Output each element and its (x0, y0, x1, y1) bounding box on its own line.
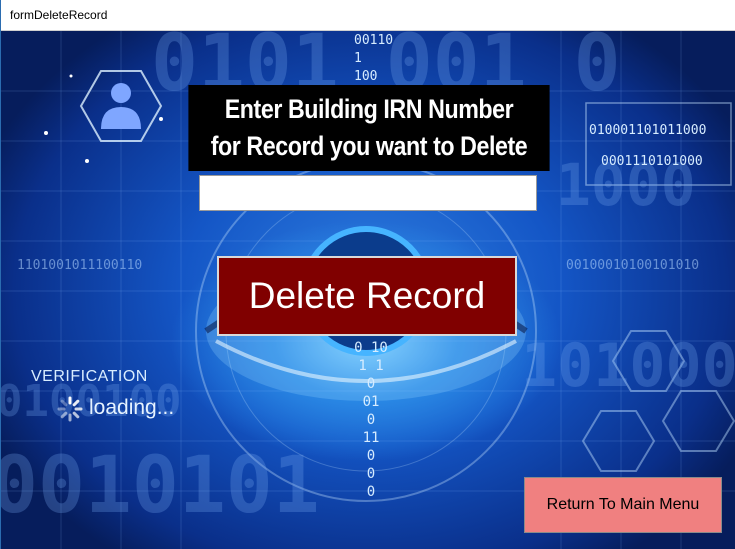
bg-binary-top-1: 00110 (354, 33, 394, 48)
delete-record-button[interactable]: Delete Record (217, 256, 517, 336)
bg-binary-center-column: 0 10 1 1 0 01 0 11 0 0 0 (346, 339, 396, 501)
irn-number-input[interactable] (199, 175, 537, 211)
bg-binary-col-8: 0 (366, 484, 376, 500)
bg-binary-right-1: 010001101011000 (589, 123, 707, 138)
bg-binary-col-4: 0 (366, 412, 376, 428)
bg-binary-right-2: 0001110101000 (601, 154, 703, 169)
prompt-line-2: for Record you want to Delete (210, 131, 528, 161)
bg-binary-col-3: 01 (362, 394, 380, 410)
bg-binary-col-5: 11 (362, 430, 380, 446)
bg-binary-right-row: 00100010100101010 (566, 258, 700, 273)
bg-binary-big-bottom: 0010101 (1, 441, 320, 531)
form-client-area: 0101 001 0 0010101 101000 0100100 1000 0… (1, 31, 735, 549)
form-window: formDeleteRecord 0101 001 0 0010101 1010… (0, 0, 735, 549)
window-title: formDeleteRecord (10, 8, 108, 22)
prompt-line-1: Enter Building IRN Number (224, 94, 514, 124)
title-bar[interactable]: formDeleteRecord (1, 0, 735, 31)
bg-binary-col-2: 0 (366, 376, 376, 392)
bg-binary-top-3: 100 (354, 69, 378, 84)
return-to-main-menu-button[interactable]: Return To Main Menu (524, 477, 722, 533)
bg-binary-left-row: 1101001011100110 (17, 258, 143, 273)
verification-label: VERIFICATION (31, 368, 148, 385)
bg-binary-col-6: 0 (366, 448, 376, 464)
bg-binary-big-right: 101000 (521, 331, 735, 401)
loading-text: loading... (89, 396, 175, 419)
bg-binary-col-1: 1 1 (358, 358, 384, 374)
loading-spinner-icon (57, 396, 83, 422)
bg-binary-col-0: 0 10 (354, 340, 388, 356)
bg-binary-top-2: 1 (354, 51, 362, 66)
bg-binary-col-7: 0 (366, 466, 376, 482)
irn-prompt-label: Enter Building IRN Number for Record you… (188, 85, 550, 171)
